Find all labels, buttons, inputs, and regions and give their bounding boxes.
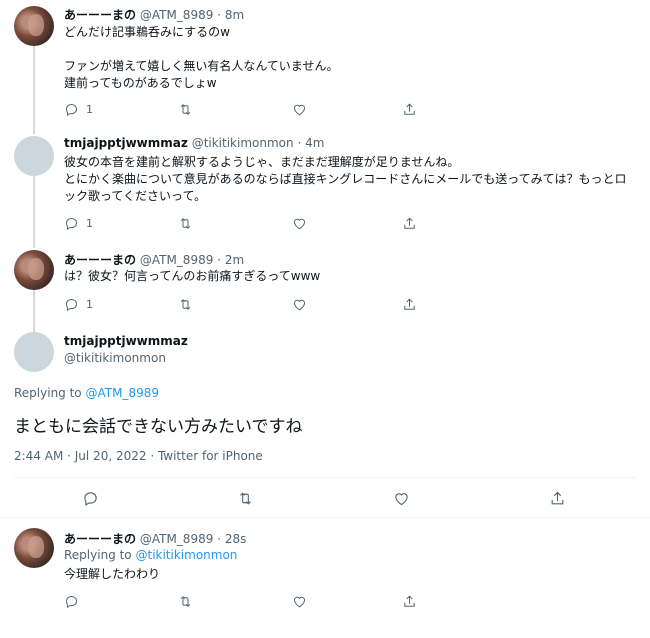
reply-icon: [64, 594, 79, 609]
tweet-actions: 1: [64, 214, 424, 232]
retweet-icon: [178, 216, 193, 231]
share-button[interactable]: [549, 489, 566, 507]
share-button[interactable]: [402, 100, 417, 118]
retweet-button[interactable]: [178, 592, 193, 610]
replying-to-label: Replying to: [64, 548, 132, 562]
tweet-text: どんだけ記事鵜呑みにするのw ファンが増えて嬉しく無い有名人なんていません。 建…: [64, 25, 339, 90]
replying-to-label: Replying to: [14, 386, 82, 400]
replying-to: Replying to @ATM_8989: [14, 386, 159, 400]
user-handle[interactable]: @ATM_8989: [140, 532, 214, 546]
display-name[interactable]: tmjajpptjwwmmaz: [64, 136, 188, 150]
separator-dot: ·: [217, 8, 221, 22]
retweet-icon: [237, 490, 254, 507]
tweet-actions: [64, 592, 424, 610]
avatar[interactable]: [14, 332, 54, 372]
reply-count: 1: [86, 216, 93, 230]
avatar[interactable]: [14, 528, 54, 568]
share-icon: [549, 490, 566, 507]
retweet-icon: [178, 297, 193, 312]
replying-to: Replying to @tikitikimonmon: [64, 548, 237, 562]
reply-icon: [64, 297, 79, 312]
reply-button[interactable]: 1: [64, 295, 93, 313]
retweet-icon: [178, 102, 193, 117]
user-handle[interactable]: @ATM_8989: [140, 8, 214, 22]
retweet-button[interactable]: [178, 100, 193, 118]
tweet-header: あーーーまの @ATM_8989 · 28s: [64, 530, 246, 547]
like-icon: [292, 297, 307, 312]
like-button[interactable]: [292, 100, 307, 118]
reply-button[interactable]: [82, 489, 99, 507]
share-button[interactable]: [402, 214, 417, 232]
share-icon: [402, 102, 417, 117]
display-name[interactable]: あーーーまの: [64, 253, 136, 267]
retweet-icon: [178, 594, 193, 609]
reply-button[interactable]: 1: [64, 214, 93, 232]
replying-to-link[interactable]: @tikitikimonmon: [135, 548, 237, 562]
thread-line: [33, 46, 35, 134]
user-handle[interactable]: @ATM_8989: [140, 253, 214, 267]
reply-button[interactable]: 1: [64, 100, 93, 118]
like-icon: [292, 102, 307, 117]
avatar[interactable]: [14, 6, 54, 46]
reply-button[interactable]: [64, 592, 79, 610]
timestamp[interactable]: 2m: [225, 253, 244, 267]
tweet-actions: 1: [64, 100, 424, 118]
share-icon: [402, 594, 417, 609]
timestamp[interactable]: 4m: [305, 136, 324, 150]
timestamp[interactable]: 8m: [225, 8, 244, 22]
reply-icon: [64, 102, 79, 117]
divider: [0, 517, 650, 518]
divider: [14, 477, 636, 478]
separator-dot: ·: [217, 532, 221, 546]
focused-tweet-text: まともに会話できない方みたいですね: [14, 417, 303, 437]
tweet-text: 彼女の本音を建前と解釈するようじゃ、まだまだ理解度が足りませんね。 とにかく楽曲…: [64, 155, 627, 203]
like-icon: [292, 216, 307, 231]
tweet-header: tmjajpptjwwmmaz @tikitikimonmon · 4m: [64, 136, 324, 150]
tweet-header: あーーーまの @ATM_8989 · 2m: [64, 251, 244, 268]
separator-dot: ·: [217, 253, 221, 267]
share-button[interactable]: [402, 592, 417, 610]
user-handle[interactable]: @tikitikimonmon: [192, 136, 294, 150]
separator-dot: ·: [297, 136, 302, 150]
like-button[interactable]: [292, 295, 307, 313]
tweet-text: は？彼女？何言ってんのお前痛すぎるってwww: [64, 269, 321, 283]
retweet-button[interactable]: [237, 489, 254, 507]
retweet-button[interactable]: [178, 295, 193, 313]
reply-count: 1: [86, 102, 93, 116]
user-handle[interactable]: @tikitikimonmon: [64, 351, 166, 365]
like-icon: [393, 490, 410, 507]
like-button[interactable]: [292, 592, 307, 610]
display-name[interactable]: あーーーまの: [64, 8, 136, 22]
display-name[interactable]: tmjajpptjwwmmaz: [64, 334, 188, 348]
like-button[interactable]: [292, 214, 307, 232]
tweet-header: あーーーまの @ATM_8989 · 8m: [64, 6, 244, 23]
reply-icon: [64, 216, 79, 231]
avatar[interactable]: [14, 250, 54, 290]
retweet-button[interactable]: [178, 214, 193, 232]
tweet-text: 今理解したわわり: [64, 567, 161, 581]
thread-line: [33, 176, 35, 248]
reply-count: 1: [86, 297, 93, 311]
like-button[interactable]: [393, 489, 410, 507]
tweet-meta[interactable]: 2:44 AM · Jul 20, 2022 · Twitter for iPh…: [14, 449, 263, 463]
timestamp[interactable]: 28s: [225, 532, 247, 546]
reply-icon: [82, 490, 99, 507]
like-icon: [292, 594, 307, 609]
tweet-actions: 1: [64, 295, 424, 313]
share-icon: [402, 216, 417, 231]
thread-line: [33, 290, 35, 332]
share-icon: [402, 297, 417, 312]
display-name[interactable]: あーーーまの: [64, 532, 136, 546]
share-button[interactable]: [402, 295, 417, 313]
avatar[interactable]: [14, 136, 54, 176]
tweet-actions: [82, 489, 582, 509]
replying-to-link[interactable]: @ATM_8989: [85, 386, 159, 400]
